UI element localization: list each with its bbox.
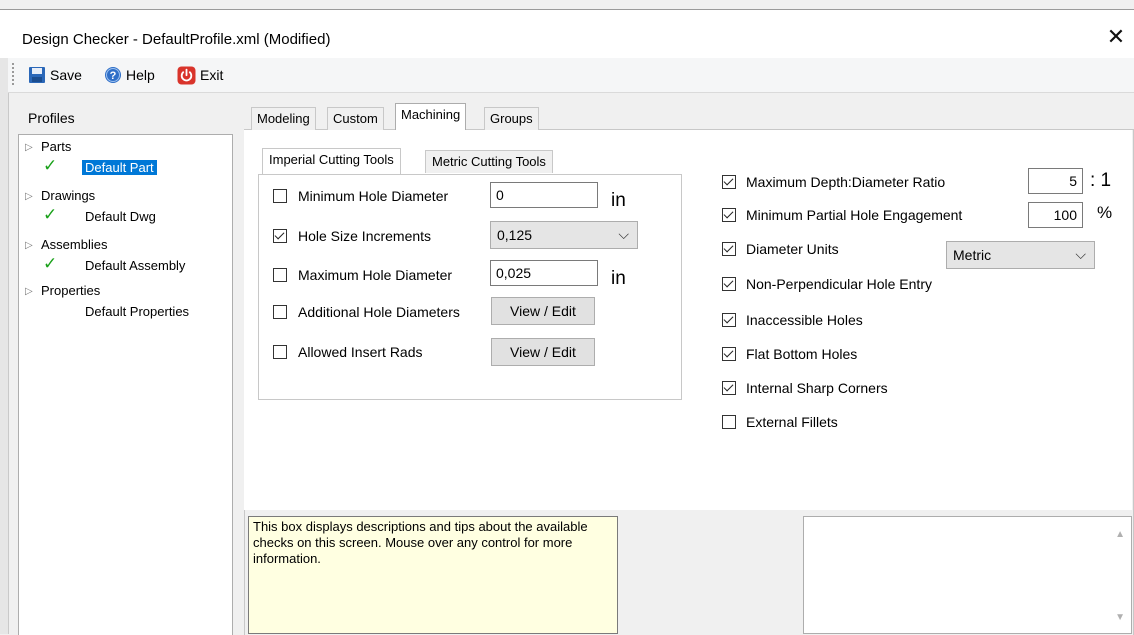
sharp-corners-checkbox[interactable] [722,381,736,395]
check-icon: ✓ [43,254,58,273]
diam-units-value: Metric [953,247,992,263]
tree-node-properties[interactable]: Properties [41,283,100,298]
tab-machining[interactable]: Machining [395,103,467,130]
min-hole-unit: in [611,190,626,211]
help-button[interactable]: ? Help [104,64,155,86]
subtab-metric[interactable]: Metric Cutting Tools [425,150,553,173]
help-label: Help [126,67,155,83]
hole-incr-label: Hole Size Increments [298,228,432,244]
tree-node-parts[interactable]: Parts [41,139,71,154]
tree-node-default-assembly[interactable]: Default Assembly [85,258,185,273]
insert-rads-checkbox[interactable] [273,345,287,359]
max-hole-checkbox[interactable] [273,268,287,282]
scroll-down-icon[interactable]: ▼ [1115,612,1125,623]
tree-node-default-dwg[interactable]: Default Dwg [85,209,156,224]
diam-units-checkbox[interactable] [722,242,736,256]
max-hole-input[interactable] [490,260,598,286]
profiles-tree[interactable]: ▷ Parts ✓ Default Part ▷ Drawings ✓ Defa… [18,134,233,635]
insert-rads-label: Allowed Insert Rads [298,344,423,360]
hole-incr-value: 0,125 [497,227,533,243]
tree-node-drawings[interactable]: Drawings [41,188,95,203]
svg-text:?: ? [110,70,117,82]
sharp-corners-label: Internal Sharp Corners [746,380,888,396]
add-holes-label: Additional Hole Diameters [298,304,460,320]
floppy-disk-icon [29,67,45,83]
inaccessible-label: Inaccessible Holes [746,312,863,328]
max-hole-unit: in [611,268,626,289]
max-hole-label: Maximum Hole Diameter [298,267,453,283]
subtab-imperial[interactable]: Imperial Cutting Tools [262,148,401,174]
non-perp-checkbox[interactable] [722,277,736,291]
tree-node-default-part[interactable]: Default Part [82,160,157,175]
max-depth-label: Maximum Depth:Diameter Ratio [746,174,946,190]
ext-fillets-label: External Fillets [746,414,838,430]
ext-fillets-checkbox[interactable] [722,415,736,429]
add-holes-view-edit-button[interactable]: View / Edit [491,297,595,325]
max-depth-input[interactable] [1028,168,1083,194]
diam-units-dropdown[interactable]: Metric ⌵ [946,241,1095,269]
non-perp-label: Non-Perpendicular Hole Entry [746,276,932,292]
tree-node-default-properties[interactable]: Default Properties [85,304,189,319]
notes-textbox[interactable]: ▲ ▼ [803,516,1132,634]
expand-arrow-icon[interactable]: ▷ [25,142,33,153]
check-icon: ✓ [43,205,58,224]
check-icon: ✓ [43,156,58,175]
power-icon [177,66,196,84]
help-icon: ? [105,67,121,83]
exit-label: Exit [200,67,224,83]
hole-incr-checkbox[interactable] [273,229,287,243]
window-title: Design Checker - DefaultProfile.xml (Mod… [22,31,331,48]
chevron-down-icon: ⌵ [618,226,629,242]
expand-arrow-icon[interactable]: ▷ [25,240,33,251]
tab-custom[interactable]: Custom [327,107,384,130]
help-description-box: This box displays descriptions and tips … [248,516,618,634]
window-top-edge [0,0,1134,10]
tab-groups[interactable]: Groups [484,107,539,130]
profiles-label: Profiles [28,110,75,126]
save-label: Save [50,67,82,83]
flat-bottom-label: Flat Bottom Holes [746,346,858,362]
min-partial-checkbox[interactable] [722,208,736,222]
insert-rads-view-edit-button[interactable]: View / Edit [491,338,595,366]
chevron-down-icon: ⌵ [1075,246,1086,262]
close-icon[interactable]: ✕ [1104,24,1128,50]
expand-arrow-icon[interactable]: ▷ [25,191,33,202]
min-partial-input[interactable] [1028,202,1083,228]
exit-button[interactable]: Exit [177,64,223,86]
flat-bottom-checkbox[interactable] [722,347,736,361]
scroll-up-icon[interactable]: ▲ [1115,529,1125,540]
tree-node-assemblies[interactable]: Assemblies [41,237,107,252]
diam-units-label: Diameter Units [746,241,839,257]
save-button[interactable]: Save [28,64,82,86]
toolbar-grip[interactable] [12,63,17,85]
expand-arrow-icon[interactable]: ▷ [25,286,33,297]
min-partial-label: Minimum Partial Hole Engagement [746,207,963,223]
window-left-edge [0,58,9,634]
add-holes-checkbox[interactable] [273,305,287,319]
min-partial-suffix: % [1097,203,1113,222]
tab-modeling[interactable]: Modeling [251,107,316,130]
min-hole-input[interactable] [490,182,598,208]
hole-incr-dropdown[interactable]: 0,125 ⌵ [490,221,638,249]
min-hole-label: Minimum Hole Diameter [298,188,449,204]
inaccessible-checkbox[interactable] [722,313,736,327]
max-depth-checkbox[interactable] [722,175,736,189]
max-depth-suffix: : 1 [1090,170,1112,191]
min-hole-checkbox[interactable] [273,189,287,203]
